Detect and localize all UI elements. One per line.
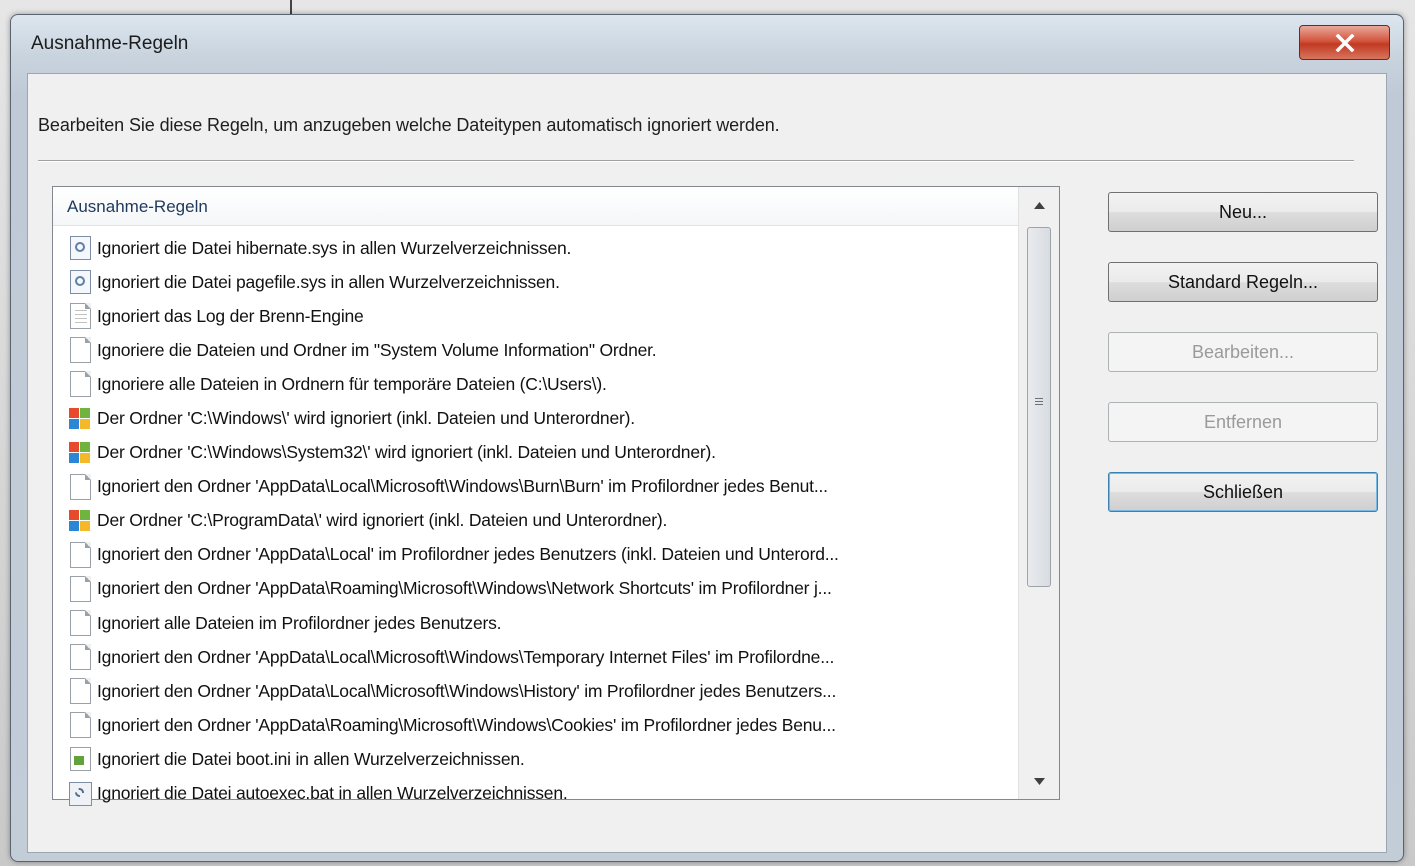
- list-item-label: Ignoriert die Datei hibernate.sys in all…: [97, 237, 572, 258]
- list-item[interactable]: Ignoriere alle Dateien in Ordnern für te…: [53, 367, 1018, 401]
- list-item-label: Der Ordner 'C:\Windows\System32\' wird i…: [97, 442, 716, 463]
- dialog-window: Ausnahme-Regeln Bearbeiten Sie diese Reg…: [10, 14, 1404, 862]
- list-item[interactable]: Ignoriere die Dateien und Ordner im "Sys…: [53, 333, 1018, 367]
- file-icon: [69, 678, 91, 705]
- list-item[interactable]: Ignoriert den Ordner 'AppData\Roaming\Mi…: [53, 572, 1018, 606]
- list-item[interactable]: Ignoriert den Ordner 'AppData\Local' im …: [53, 538, 1018, 572]
- separator-line: [38, 160, 1354, 162]
- close-dialog-button[interactable]: Schließen: [1108, 472, 1378, 512]
- list-item[interactable]: Der Ordner 'C:\ProgramData\' wird ignori…: [53, 504, 1018, 538]
- list-item[interactable]: Ignoriert den Ordner 'AppData\Local\Micr…: [53, 674, 1018, 708]
- log-file-icon: [69, 303, 91, 330]
- list-item[interactable]: Ignoriert die Datei boot.ini in allen Wu…: [53, 742, 1018, 776]
- close-button[interactable]: [1299, 25, 1390, 60]
- list-header-label: Ausnahme-Regeln: [67, 197, 208, 216]
- scroll-down-button[interactable]: [1019, 763, 1059, 799]
- list-item-label: Ignoriert die Datei boot.ini in allen Wu…: [97, 748, 525, 769]
- window-title: Ausnahme-Regeln: [31, 33, 189, 54]
- list-item-label: Ignoriert die Datei pagefile.sys in alle…: [97, 271, 560, 292]
- system-file-icon: [69, 235, 91, 261]
- list-item-label: Der Ordner 'C:\Windows\' wird ignoriert …: [97, 408, 635, 429]
- list-item[interactable]: Der Ordner 'C:\Windows\' wird ignoriert …: [53, 401, 1018, 435]
- file-icon: [69, 575, 91, 602]
- list-item-label: Ignoriert den Ordner 'AppData\Local\Micr…: [97, 646, 835, 667]
- system-file-icon: [69, 269, 91, 295]
- file-icon: [69, 371, 91, 398]
- list-item-label: Ignoriere alle Dateien in Ordnern für te…: [97, 373, 607, 394]
- list-item-label: Ignoriert alle Dateien im Profilordner j…: [97, 612, 502, 633]
- default-rules-button[interactable]: Standard Regeln...: [1108, 262, 1378, 302]
- list-item-label: Ignoriert den Ordner 'AppData\Local' im …: [97, 544, 839, 565]
- rules-list-rows: Ignoriert die Datei hibernate.sys in all…: [53, 231, 1018, 811]
- edit-button[interactable]: Bearbeiten...: [1108, 332, 1378, 372]
- file-icon: [69, 712, 91, 739]
- scroll-down-arrow-icon: [1033, 777, 1045, 785]
- list-item[interactable]: Ignoriert die Datei autoexec.bat in alle…: [53, 777, 1018, 811]
- file-icon: [69, 337, 91, 364]
- dialog-client-area: Bearbeiten Sie diese Regeln, um anzugebe…: [27, 73, 1387, 853]
- windows-folder-icon: [69, 406, 91, 432]
- list-column-header[interactable]: Ausnahme-Regeln: [53, 187, 1018, 226]
- file-icon: [69, 610, 91, 637]
- list-item[interactable]: Ignoriert den Ordner 'AppData\Local\Micr…: [53, 640, 1018, 674]
- scroll-up-arrow-icon: [1033, 201, 1045, 209]
- scroll-thumb[interactable]: [1027, 227, 1051, 587]
- list-item[interactable]: Der Ordner 'C:\Windows\System32\' wird i…: [53, 436, 1018, 470]
- remove-button[interactable]: Entfernen: [1108, 402, 1378, 442]
- windows-folder-icon: [69, 440, 91, 466]
- list-item[interactable]: Ignoriert die Datei hibernate.sys in all…: [53, 231, 1018, 265]
- list-item-label: Ignoriert den Ordner 'AppData\Local\Micr…: [97, 680, 837, 701]
- list-item-label: Ignoriert die Datei autoexec.bat in alle…: [97, 783, 568, 804]
- scroll-up-button[interactable]: [1019, 187, 1059, 223]
- list-item-label: Der Ordner 'C:\ProgramData\' wird ignori…: [97, 510, 668, 531]
- batch-file-icon: [69, 781, 92, 807]
- list-item[interactable]: Ignoriert die Datei pagefile.sys in alle…: [53, 265, 1018, 299]
- file-icon: [69, 644, 91, 671]
- file-icon: [69, 473, 91, 500]
- list-item-label: Ignoriert das Log der Brenn-Engine: [97, 305, 364, 326]
- list-item[interactable]: Ignoriert den Ordner 'AppData\Roaming\Mi…: [53, 708, 1018, 742]
- list-item-label: Ignoriert den Ordner 'AppData\Local\Micr…: [97, 476, 828, 497]
- rules-list[interactable]: Ausnahme-Regeln Ignoriert die Datei hibe…: [52, 186, 1060, 806]
- windows-folder-icon: [69, 508, 91, 534]
- list-item-label: Ignoriere die Dateien und Ordner im "Sys…: [97, 339, 657, 360]
- ini-file-icon: [69, 746, 91, 772]
- new-button[interactable]: Neu...: [1108, 192, 1378, 232]
- list-item-label: Ignoriert den Ordner 'AppData\Roaming\Mi…: [97, 578, 832, 599]
- list-item[interactable]: Ignoriert den Ordner 'AppData\Local\Micr…: [53, 470, 1018, 504]
- scroll-grip-icon: [1035, 398, 1043, 407]
- vertical-scrollbar[interactable]: [1018, 187, 1059, 799]
- list-item-label: Ignoriert den Ordner 'AppData\Roaming\Mi…: [97, 714, 836, 735]
- file-icon: [69, 541, 91, 568]
- description-text: Bearbeiten Sie diese Regeln, um anzugebe…: [38, 115, 780, 135]
- close-icon: [1335, 33, 1354, 52]
- list-item[interactable]: Ignoriert das Log der Brenn-Engine: [53, 299, 1018, 333]
- list-item[interactable]: Ignoriert alle Dateien im Profilordner j…: [53, 606, 1018, 640]
